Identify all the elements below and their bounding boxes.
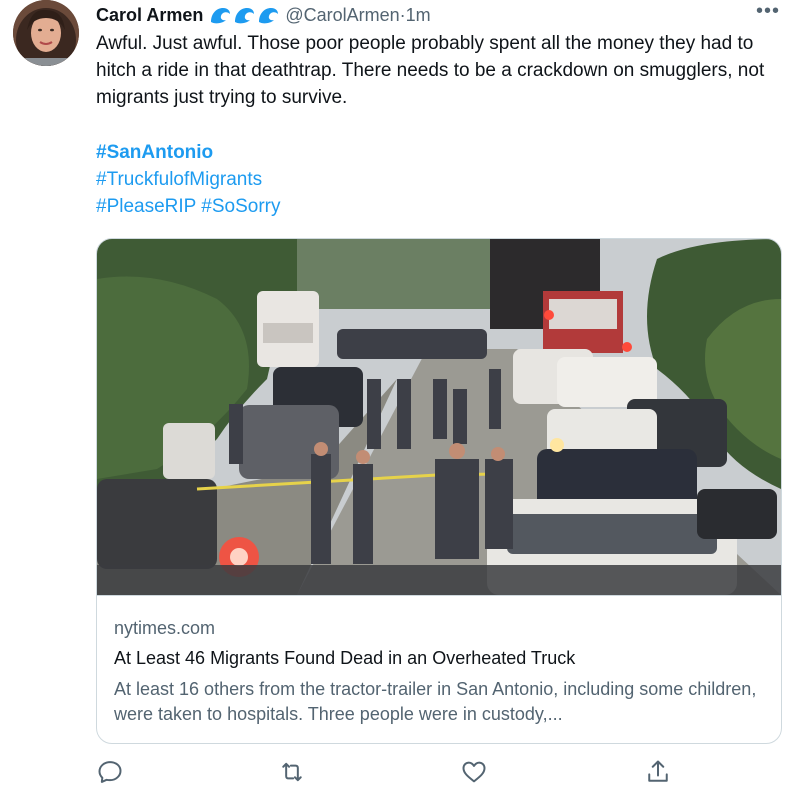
retweet-button[interactable] bbox=[278, 758, 308, 788]
handle[interactable]: @CarolArmen bbox=[285, 5, 399, 26]
share-icon bbox=[644, 758, 674, 786]
tweet-header: Carol Armen @CarolArmen · 1m bbox=[96, 3, 431, 27]
link-card[interactable]: nytimes.com At Least 46 Migrants Found D… bbox=[96, 238, 782, 744]
like-button[interactable] bbox=[460, 758, 490, 788]
hashtag-link[interactable]: #PleaseRIP bbox=[96, 196, 196, 217]
retweet-icon bbox=[278, 758, 308, 786]
hashtag-link[interactable]: #SanAntonio bbox=[96, 142, 213, 163]
hashtag-link[interactable]: #SoSorry bbox=[201, 196, 280, 217]
hashtag-line: #SanAntonio bbox=[96, 139, 280, 166]
more-dots-icon[interactable]: ••• bbox=[748, 1, 788, 26]
name-badges bbox=[209, 5, 279, 25]
tweet-text: Awful. Just awful. Those poor people pro… bbox=[96, 30, 786, 111]
reply-icon bbox=[96, 758, 126, 786]
like-icon bbox=[460, 758, 490, 786]
action-bar bbox=[96, 758, 780, 788]
card-image[interactable] bbox=[97, 239, 781, 595]
share-button[interactable] bbox=[644, 758, 674, 788]
display-name[interactable]: Carol Armen bbox=[96, 5, 203, 26]
card-meta[interactable]: nytimes.com At Least 46 Migrants Found D… bbox=[97, 595, 781, 743]
hashtags: #SanAntonio #TruckfulofMigrants #PleaseR… bbox=[96, 139, 280, 220]
timestamp[interactable]: 1m bbox=[406, 5, 431, 26]
card-description: At least 16 others from the tractor-trai… bbox=[114, 679, 757, 724]
hashtag-line: #PleaseRIP #SoSorry bbox=[96, 193, 280, 220]
wave-icon bbox=[233, 5, 255, 25]
avatar[interactable] bbox=[13, 0, 79, 66]
card-title: At Least 46 Migrants Found Dead in an Ov… bbox=[114, 648, 576, 668]
tweet: Carol Armen @CarolArmen · 1m ••• Awful. … bbox=[0, 0, 800, 802]
wave-icon bbox=[257, 5, 279, 25]
wave-icon bbox=[209, 5, 231, 25]
hashtag-line: #TruckfulofMigrants bbox=[96, 166, 280, 193]
reply-button[interactable] bbox=[96, 758, 126, 788]
hashtag-link[interactable]: #TruckfulofMigrants bbox=[96, 169, 262, 190]
card-domain: nytimes.com bbox=[114, 618, 216, 638]
tweet-body: Awful. Just awful. Those poor people pro… bbox=[96, 33, 765, 108]
